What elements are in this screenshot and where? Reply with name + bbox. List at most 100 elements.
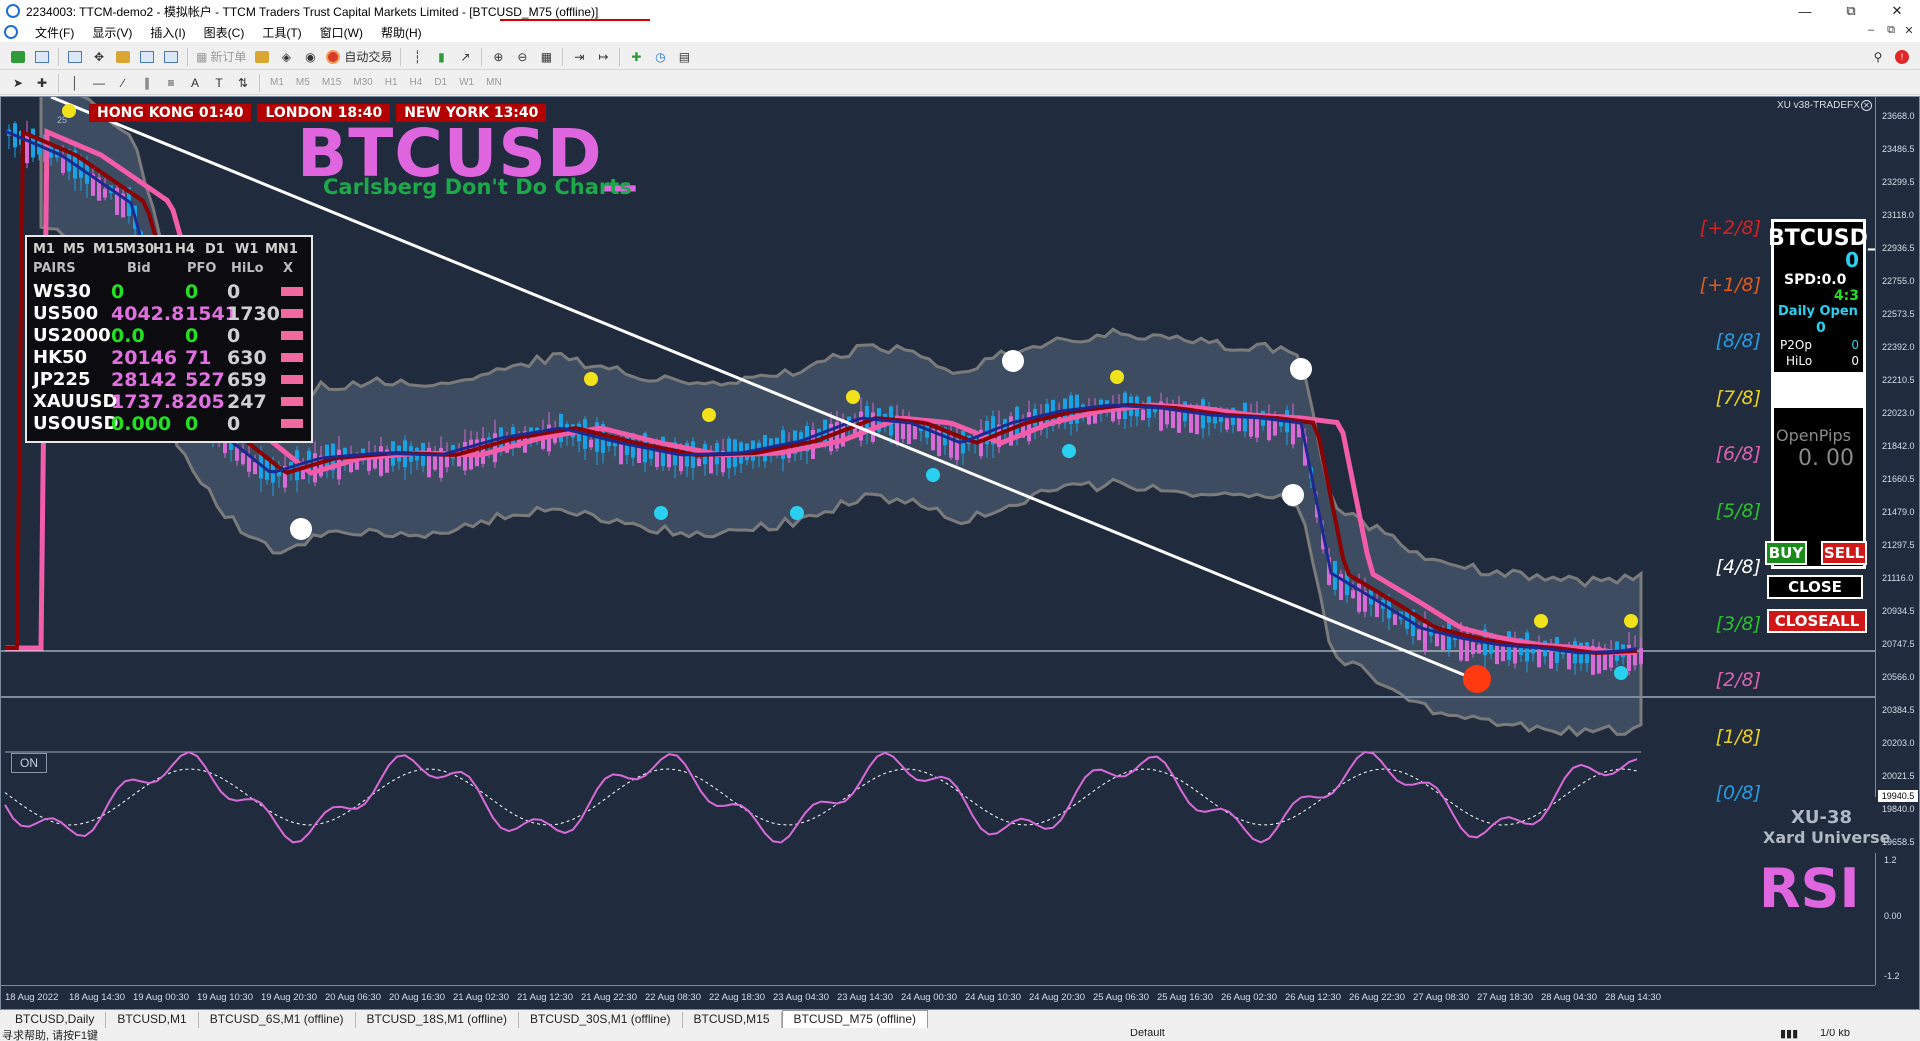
- closeall-button[interactable]: CLOSEALL: [1767, 609, 1867, 633]
- menu-help[interactable]: 帮助(H): [372, 24, 431, 41]
- new-chart-icon[interactable]: [8, 47, 28, 67]
- pairs-tf[interactable]: M5: [63, 242, 93, 257]
- metaeditor-icon[interactable]: [252, 47, 272, 67]
- bar-chart-icon[interactable]: ┆: [407, 47, 427, 67]
- menu-insert[interactable]: 插入(I): [141, 24, 194, 41]
- chart-window-icon[interactable]: [4, 25, 18, 39]
- pair-x-bar[interactable]: [281, 375, 303, 384]
- chart-shift-icon[interactable]: ⇥: [569, 47, 589, 67]
- candlestick-chart-icon[interactable]: ▮: [431, 47, 451, 67]
- chart-tab[interactable]: BTCUSD,M1: [106, 1012, 199, 1028]
- market-icon[interactable]: ◉: [300, 47, 320, 67]
- vertical-line-icon[interactable]: │: [65, 73, 85, 93]
- pair-x-bar[interactable]: [281, 309, 303, 318]
- pair-x-bar[interactable]: [281, 287, 303, 296]
- line-chart-icon[interactable]: ↗: [455, 47, 475, 67]
- chart-window[interactable]: HONG KONG 01:40 LONDON 18:40 NEW YORK 13…: [0, 96, 1920, 1010]
- pair-name[interactable]: US500: [33, 303, 98, 324]
- pairs-tf[interactable]: D1: [205, 242, 235, 257]
- timeframe-m15[interactable]: M15: [316, 77, 347, 88]
- fibonacci-icon[interactable]: ≡: [161, 73, 181, 93]
- text-icon[interactable]: A: [185, 73, 205, 93]
- on-toggle-button[interactable]: ON: [11, 753, 47, 773]
- auto-scroll-icon[interactable]: ↦: [593, 47, 613, 67]
- pairs-tf[interactable]: W1: [235, 242, 265, 257]
- timeframe-m5[interactable]: M5: [290, 77, 316, 88]
- menu-window[interactable]: 窗口(W): [311, 24, 372, 41]
- timeframe-h1[interactable]: H1: [379, 77, 404, 88]
- mdi-minimize-icon[interactable]: –: [1862, 24, 1880, 40]
- data-window-icon[interactable]: ✥: [89, 47, 109, 67]
- pair-name[interactable]: USOUSD: [33, 413, 118, 434]
- chart-tab[interactable]: BTCUSD_M75 (offline): [781, 1010, 929, 1028]
- mdi-restore-icon[interactable]: ⧉: [1882, 24, 1900, 40]
- pair-x-bar[interactable]: [281, 353, 303, 362]
- minimize-icon[interactable]: —: [1782, 0, 1828, 22]
- pairs-tf[interactable]: M15: [93, 242, 124, 257]
- timeframe-h4[interactable]: H4: [404, 77, 429, 88]
- sell-button[interactable]: SELL: [1821, 541, 1867, 565]
- notifications-icon[interactable]: !: [1892, 47, 1912, 67]
- text-label-icon[interactable]: T: [209, 73, 229, 93]
- mdi-close-icon[interactable]: ✕: [1900, 24, 1918, 40]
- price-chart-canvas[interactable]: [1, 97, 1875, 985]
- auto-trading-button[interactable]: 自动交易: [322, 48, 396, 65]
- close-indicator-icon[interactable]: ✕: [1861, 100, 1872, 111]
- new-order-button[interactable]: ▦ 新订单: [192, 48, 250, 65]
- timeframe-w1[interactable]: W1: [453, 77, 480, 88]
- horizontal-line-icon[interactable]: —: [89, 73, 109, 93]
- pairs-tf[interactable]: H1: [153, 242, 175, 257]
- menu-tools[interactable]: 工具(T): [253, 24, 310, 41]
- equidistant-channel-icon[interactable]: ∥: [137, 73, 157, 93]
- pair-name[interactable]: XAUUSD: [33, 391, 117, 412]
- crosshair-icon[interactable]: ✚: [32, 73, 52, 93]
- time-axis[interactable]: 18 Aug 2022 18 Aug 14:30 19 Aug 00:30 19 Au…: [1, 985, 1875, 1009]
- menu-charts[interactable]: 图表(C): [195, 24, 254, 41]
- chart-tab[interactable]: BTCUSD_6S,M1 (offline): [199, 1012, 356, 1028]
- buy-button[interactable]: BUY: [1765, 541, 1807, 565]
- timeframe-m1[interactable]: M1: [264, 77, 290, 88]
- chart-tab[interactable]: BTCUSD,M15: [683, 1012, 782, 1028]
- terminal-icon[interactable]: [137, 47, 157, 67]
- indicators-icon[interactable]: ✚: [626, 47, 646, 67]
- restore-icon[interactable]: ⧉: [1828, 0, 1874, 22]
- strategy-tester-icon[interactable]: [161, 47, 181, 67]
- menu-file[interactable]: 文件(F): [26, 24, 83, 41]
- pair-name[interactable]: WS30: [33, 281, 91, 302]
- chart-tab[interactable]: BTCUSD_30S,M1 (offline): [519, 1012, 683, 1028]
- timeframe-m30[interactable]: M30: [347, 77, 378, 88]
- periods-icon[interactable]: ◷: [650, 47, 670, 67]
- profiles-icon[interactable]: [32, 47, 52, 67]
- menu-view[interactable]: 显示(V): [83, 24, 141, 41]
- chart-tab[interactable]: BTCUSD,Daily: [4, 1012, 107, 1028]
- pair-x-bar[interactable]: [281, 397, 303, 406]
- close-icon[interactable]: ✕: [1874, 0, 1920, 22]
- price-axis[interactable]: 23668.0 23486.5 23299.5 23118.0 22936.5 22755…: [1875, 97, 1919, 847]
- arrows-icon[interactable]: ⇅: [233, 73, 253, 93]
- timeframe-mn[interactable]: MN: [480, 77, 508, 88]
- signals-icon[interactable]: ◈: [276, 47, 296, 67]
- navigator-icon[interactable]: [113, 47, 133, 67]
- pairs-tf[interactable]: M1: [33, 242, 63, 257]
- pair-name[interactable]: US2000: [33, 325, 111, 346]
- pairs-tf[interactable]: H4: [175, 242, 205, 257]
- rsi-axis[interactable]: 1.2 0.00 -1.2: [1875, 853, 1919, 985]
- tile-windows-icon[interactable]: ▦: [536, 47, 556, 67]
- pair-x-bar[interactable]: [281, 331, 303, 340]
- cursor-icon[interactable]: ➤: [8, 73, 28, 93]
- zoom-in-icon[interactable]: ⊕: [488, 47, 508, 67]
- pair-name[interactable]: JP225: [33, 369, 90, 390]
- close-button[interactable]: CLOSE: [1767, 575, 1863, 599]
- pairs-tf[interactable]: M30: [123, 242, 154, 257]
- zoom-out-icon[interactable]: ⊖: [512, 47, 532, 67]
- market-watch-icon[interactable]: [65, 47, 85, 67]
- pair-x-bar[interactable]: [281, 419, 303, 428]
- pairs-tf[interactable]: MN1: [265, 242, 298, 257]
- templates-icon[interactable]: ▤: [674, 47, 694, 67]
- chart-tab[interactable]: BTCUSD_18S,M1 (offline): [356, 1012, 520, 1028]
- search-icon[interactable]: ⚲: [1868, 47, 1888, 67]
- standard-toolbar: ✥ ▦ 新订单 ◈ ◉ 自动交易 ┆ ▮ ↗ ⊕ ⊖ ▦ ⇥ ↦ ✚ ◷ ▤ ⚲ …: [0, 44, 1920, 70]
- timeframe-d1[interactable]: D1: [428, 77, 453, 88]
- pair-name[interactable]: HK50: [33, 347, 87, 368]
- trendline-icon[interactable]: ∕: [113, 73, 133, 93]
